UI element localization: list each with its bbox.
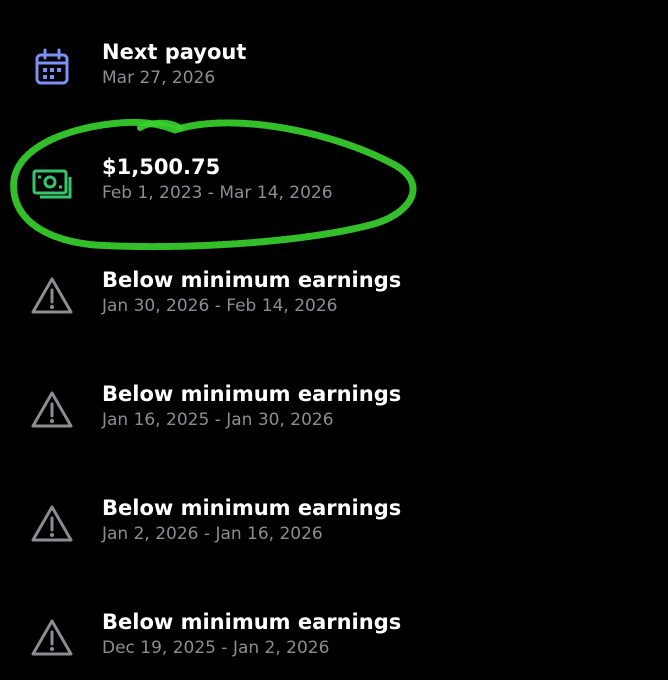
- history-date-range: Jan 30, 2026 - Feb 14, 2026: [102, 296, 338, 316]
- history-title: Below minimum earnings: [102, 268, 402, 292]
- history-row[interactable]: Below minimum earnings Jan 16, 2025 - Ja…: [0, 372, 668, 472]
- history-row[interactable]: Below minimum earnings Dec 19, 2025 - Ja…: [0, 600, 668, 680]
- warning-icon: [28, 500, 76, 548]
- history-title: Below minimum earnings: [102, 610, 402, 634]
- earnings-date-range: Feb 1, 2023 - Mar 14, 2026: [102, 183, 333, 203]
- current-earnings-row[interactable]: $1,500.75 Feb 1, 2023 - Mar 14, 2026: [0, 145, 668, 245]
- history-date-range: Jan 16, 2025 - Jan 30, 2026: [102, 410, 334, 430]
- warning-icon: [28, 614, 76, 662]
- history-date-range: Jan 2, 2026 - Jan 16, 2026: [102, 524, 323, 544]
- next-payout-row[interactable]: Next payout Mar 27, 2026: [0, 30, 668, 130]
- history-title: Below minimum earnings: [102, 496, 402, 520]
- next-payout-date: Mar 27, 2026: [102, 68, 216, 88]
- history-row[interactable]: Below minimum earnings Jan 2, 2026 - Jan…: [0, 486, 668, 586]
- money-icon: [28, 159, 76, 207]
- next-payout-title: Next payout: [102, 40, 247, 64]
- history-title: Below minimum earnings: [102, 382, 402, 406]
- warning-icon: [28, 272, 76, 320]
- payouts-screen: Next payout Mar 27, 2026 $1,500.75 Feb 1…: [0, 0, 668, 680]
- history-row[interactable]: Below minimum earnings Jan 30, 2026 - Fe…: [0, 258, 668, 358]
- warning-icon: [28, 386, 76, 434]
- history-date-range: Dec 19, 2025 - Jan 2, 2026: [102, 638, 330, 658]
- earnings-amount: $1,500.75: [102, 155, 221, 179]
- calendar-icon: [28, 44, 76, 92]
